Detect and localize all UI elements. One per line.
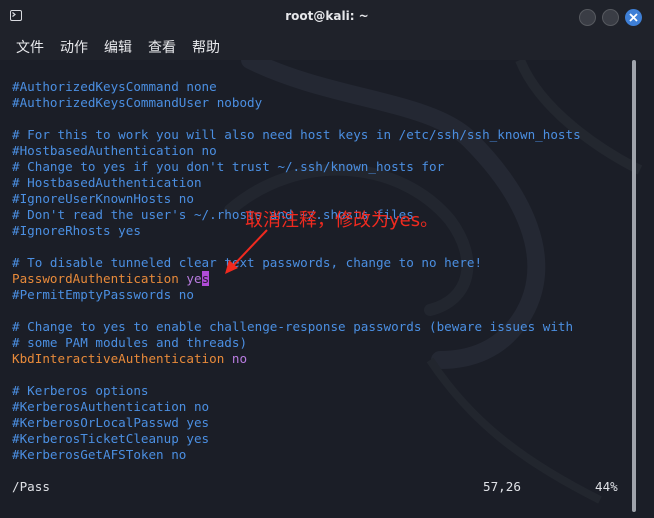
- kbd-auth-key: KbdInteractiveAuthentication: [12, 351, 225, 366]
- close-icon: [629, 13, 638, 22]
- menu-actions[interactable]: 动作: [60, 37, 88, 57]
- menu-bar: 文件 动作 编辑 查看 帮助: [0, 34, 654, 60]
- scrollbar[interactable]: [632, 60, 636, 512]
- config-line: # Change to yes to enable challenge-resp…: [12, 319, 574, 334]
- cursor-position: 57,26: [483, 479, 521, 494]
- password-auth-value: ye: [186, 271, 202, 286]
- annotation-text: 取消注释，修改为yes。: [245, 210, 439, 231]
- config-line: #IgnoreUserKnownHosts no: [12, 191, 194, 206]
- config-line: # Change to yes if you don't trust ~/.ss…: [12, 159, 445, 174]
- menu-file[interactable]: 文件: [16, 37, 44, 57]
- config-line: # Kerberos options: [12, 383, 149, 398]
- minimize-button[interactable]: [579, 9, 596, 26]
- terminal-window: root@kali: ~ 文件 动作 编辑 查看 帮助 #AuthorizedK…: [0, 0, 654, 518]
- config-line: # some PAM modules and threads): [12, 335, 248, 350]
- close-button[interactable]: [625, 9, 642, 26]
- config-line: #HostbasedAuthentication no: [12, 143, 217, 158]
- config-line: #KerberosAuthentication no: [12, 399, 210, 414]
- terminal-area[interactable]: #AuthorizedKeysCommand none #AuthorizedK…: [0, 60, 654, 518]
- config-line: # HostbasedAuthentication: [12, 175, 202, 190]
- config-line: #PermitEmptyPasswords no: [12, 287, 194, 302]
- config-line: #KerberosTicketCleanup yes: [12, 431, 210, 446]
- window-title: root@kali: ~: [285, 9, 369, 23]
- text-cursor: s: [201, 271, 210, 286]
- annotation-arrow-icon: [225, 229, 268, 274]
- menu-view[interactable]: 查看: [148, 37, 176, 57]
- kbd-auth-value: no: [231, 351, 248, 366]
- config-line: #AuthorizedKeysCommandUser nobody: [12, 95, 263, 110]
- title-bar[interactable]: root@kali: ~: [0, 0, 654, 34]
- menu-help[interactable]: 帮助: [192, 37, 220, 57]
- config-line: #IgnoreRhosts yes: [12, 223, 141, 238]
- search-command: /Pass: [12, 479, 50, 494]
- kbd-auth-line: KbdInteractiveAuthentication no: [12, 351, 247, 367]
- config-line: #AuthorizedKeysCommand none: [12, 79, 217, 94]
- config-line: #KerberosGetAFSToken no: [12, 447, 187, 462]
- file-percent: 44%: [595, 479, 618, 494]
- maximize-button[interactable]: [602, 9, 619, 26]
- password-auth-line: PasswordAuthentication yes: [12, 271, 210, 287]
- config-line: #KerberosOrLocalPasswd yes: [12, 415, 210, 430]
- menu-edit[interactable]: 编辑: [104, 37, 132, 57]
- config-line: # For this to work you will also need ho…: [12, 127, 581, 142]
- password-auth-key: PasswordAuthentication: [12, 271, 179, 286]
